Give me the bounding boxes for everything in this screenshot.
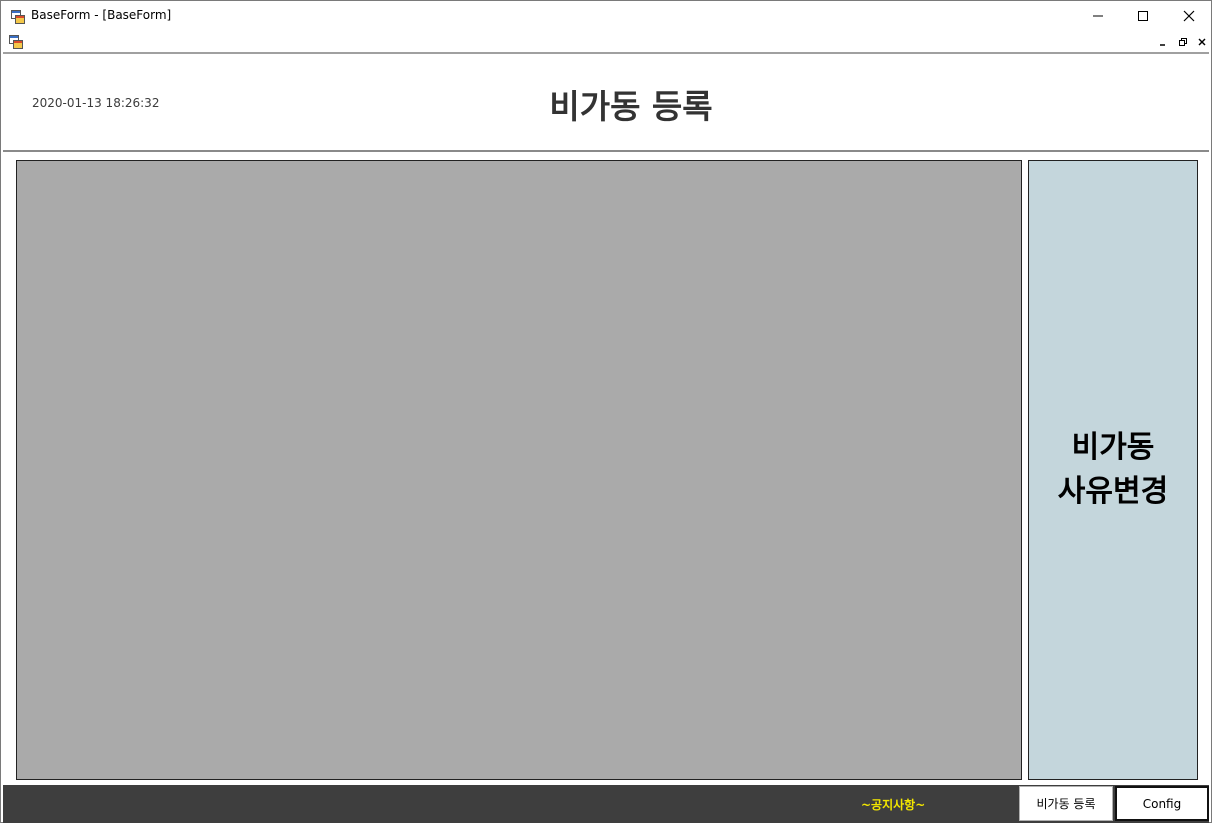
mdi-menu-strip [1, 31, 1211, 51]
notice-text: ~공지사항~ [861, 798, 926, 812]
window-title: BaseForm - [BaseForm] [31, 8, 172, 22]
restore-icon [1178, 32, 1188, 51]
config-button[interactable]: Config [1115, 786, 1209, 821]
form-header: 2020-01-13 18:26:32 비가동 등록 [3, 54, 1209, 152]
app-icon[interactable] [11, 9, 25, 24]
mdi-minimize-button[interactable] [1155, 34, 1171, 49]
main-window: BaseForm - [BaseForm] 2020-01-13 18:26:3… [0, 0, 1212, 823]
side-button-line2: 사유변경 [1057, 474, 1169, 509]
page-title: 비가동 등록 [549, 87, 713, 126]
close-icon [1197, 32, 1207, 51]
mdi-restore-button[interactable] [1175, 34, 1191, 49]
minimize-button[interactable] [1075, 1, 1121, 31]
main-content-panel [16, 160, 1022, 780]
mdi-child-icon[interactable] [9, 34, 23, 49]
minimize-icon [1092, 7, 1104, 26]
maximize-button[interactable] [1120, 1, 1166, 31]
close-icon [1183, 7, 1195, 26]
close-button[interactable] [1166, 1, 1212, 31]
footer-bar: ~공지사항~ 비가동 등록 Config [3, 785, 1209, 823]
downtime-reason-change-button[interactable]: 비가동 사유변경 [1028, 160, 1198, 780]
maximize-icon [1137, 7, 1149, 26]
downtime-register-button[interactable]: 비가동 등록 [1019, 786, 1113, 821]
mdi-close-button[interactable] [1194, 34, 1210, 49]
child-form: 2020-01-13 18:26:32 비가동 등록 비가동 사유변경 ~공지사… [3, 52, 1209, 823]
side-button-line1: 비가동 [1071, 430, 1155, 465]
title-bar[interactable]: BaseForm - [BaseForm] [1, 1, 1211, 31]
minimize-icon [1158, 32, 1168, 51]
